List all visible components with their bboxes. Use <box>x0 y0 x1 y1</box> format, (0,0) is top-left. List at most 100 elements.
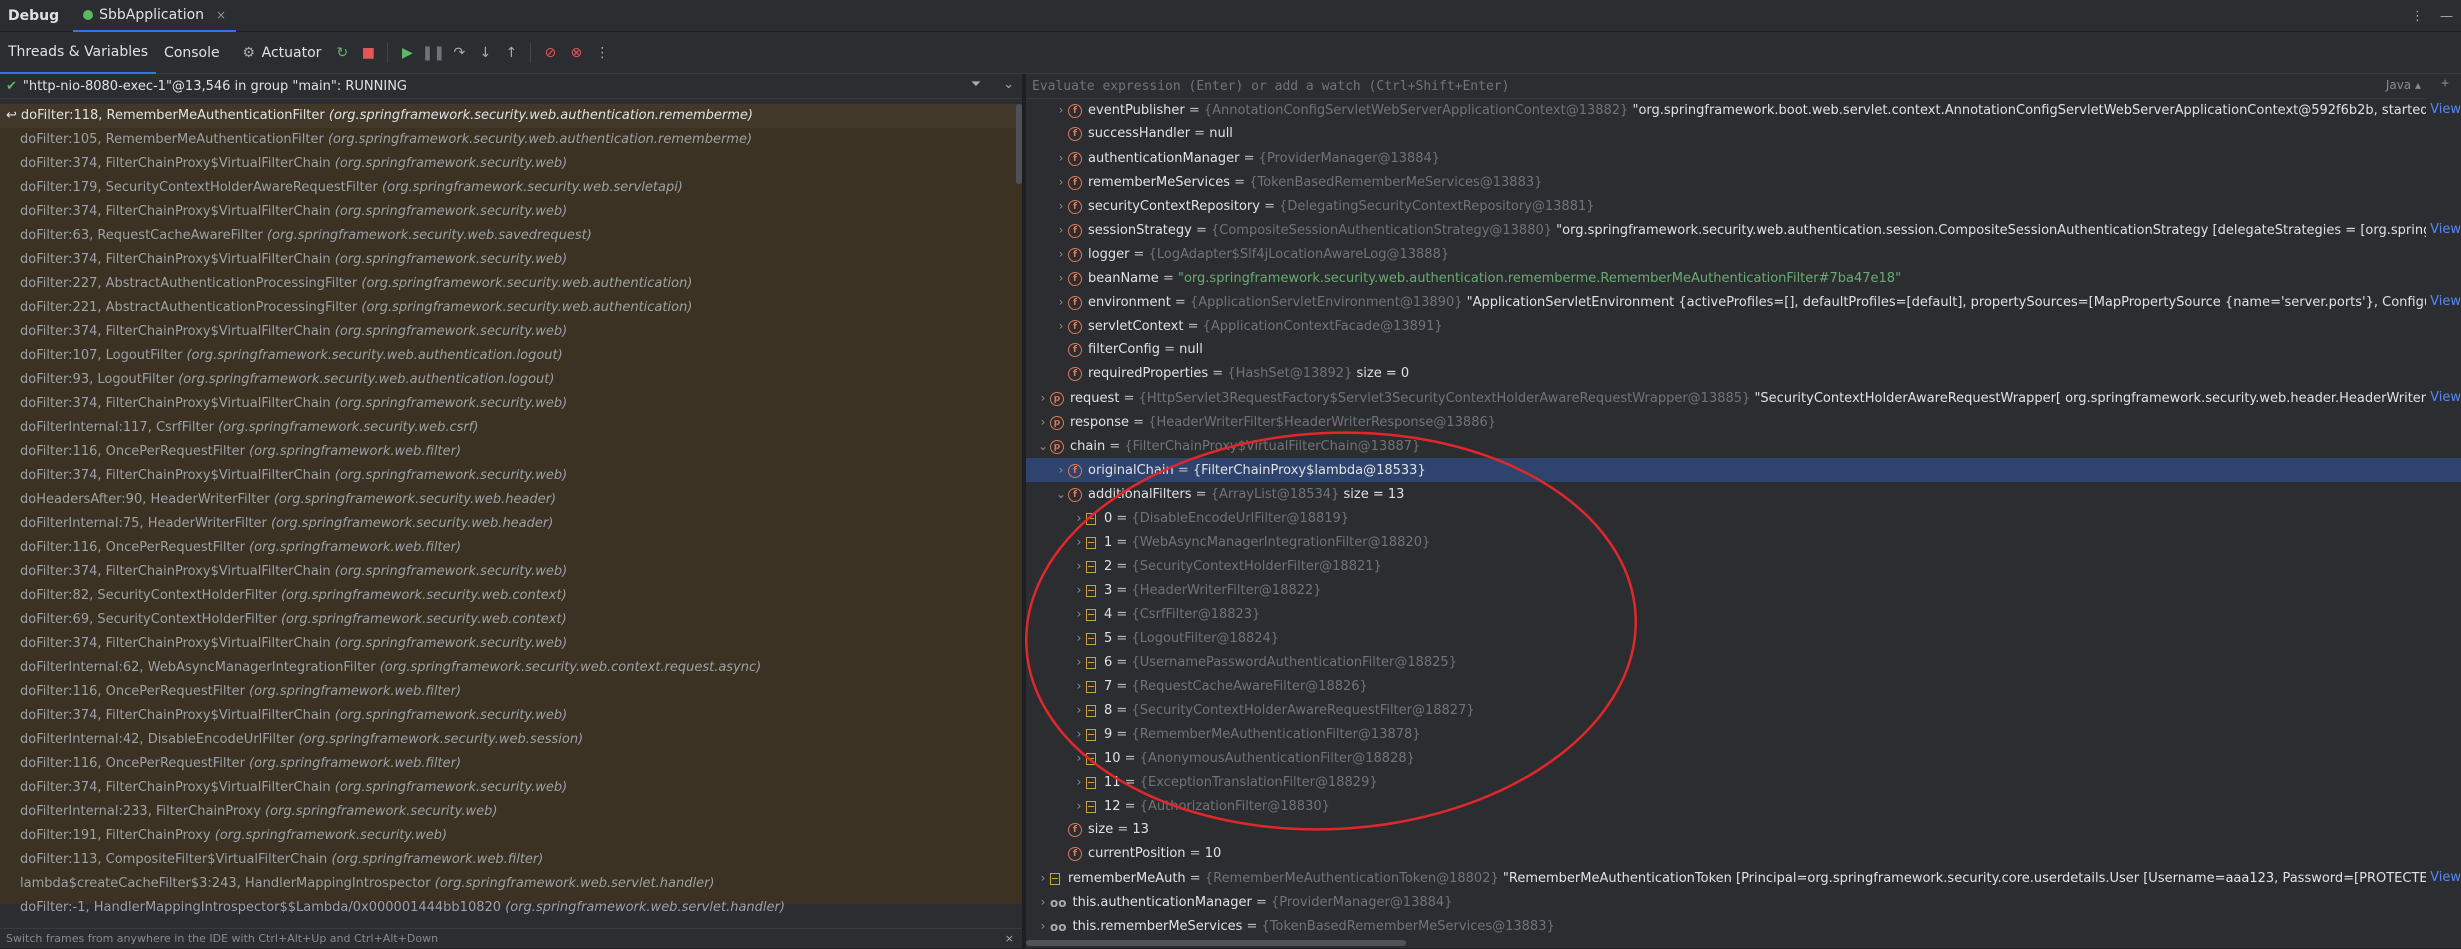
filter-icon[interactable]: ⏷ <box>971 77 981 92</box>
view-link[interactable]: View <box>2426 98 2461 122</box>
variable-row[interactable]: › 11 = {ExceptionTranslationFilter@18829} <box>1026 770 2461 794</box>
stack-frame[interactable]: doFilterInternal:42, DisableEncodeUrlFil… <box>0 728 1022 752</box>
stack-frame[interactable]: doFilter:116, OncePerRequestFilter (org.… <box>0 752 1022 776</box>
chevron-right-icon[interactable]: › <box>1072 770 1086 794</box>
stack-frame[interactable]: doFilterInternal:75, HeaderWriterFilter … <box>0 512 1022 536</box>
stack-frame[interactable]: doFilterInternal:117, CsrfFilter (org.sp… <box>0 416 1022 440</box>
variable-row[interactable]: › 6 = {UsernamePasswordAuthenticationFilt… <box>1026 650 2461 674</box>
variable-row[interactable]: › f sessionStrategy = {CompositeSessionAut… <box>1026 218 2461 242</box>
variable-row[interactable]: ⌄ f additionalFilters = {ArrayList@18534} … <box>1026 482 2461 506</box>
stack-frame[interactable]: doFilter:374, FilterChainProxy$VirtualFi… <box>0 776 1022 800</box>
variable-row[interactable]: › 8 = {SecurityContextHolderAwareRequestF… <box>1026 698 2461 722</box>
chevron-right-icon[interactable]: › <box>1054 194 1068 218</box>
variable-row[interactable]: › rememberMeAuth = {RememberMeAuthenticat… <box>1026 866 2461 890</box>
variable-row[interactable]: › 4 = {CsrfFilter@18823} <box>1026 602 2461 626</box>
variable-row[interactable]: f filterConfig = null <box>1026 338 2461 362</box>
stack-frame[interactable]: doFilter:374, FilterChainProxy$VirtualFi… <box>0 320 1022 344</box>
variable-row[interactable]: ⌄ p chain = {FilterChainProxy$VirtualFilte… <box>1026 434 2461 458</box>
stack-frame[interactable]: doFilter:374, FilterChainProxy$VirtualFi… <box>0 632 1022 656</box>
variable-row[interactable]: › 2 = {SecurityContextHolderFilter@18821} <box>1026 554 2461 578</box>
chevron-right-icon[interactable]: › <box>1072 746 1086 770</box>
variable-row[interactable]: › f logger = {LogAdapter$Slf4jLocationAwar… <box>1026 242 2461 266</box>
variable-row[interactable]: › 12 = {AuthorizationFilter@18830} <box>1026 794 2461 818</box>
variable-row[interactable]: f successHandler = null <box>1026 122 2461 146</box>
stack-frame[interactable]: doFilter:221, AbstractAuthenticationProc… <box>0 296 1022 320</box>
mute-breakpoints-icon[interactable]: ⊗ <box>565 42 587 64</box>
chevron-right-icon[interactable]: › <box>1072 794 1086 818</box>
chevron-right-icon[interactable]: › <box>1072 626 1086 650</box>
variable-row[interactable]: › 9 = {RememberMeAuthenticationFilter@138… <box>1026 722 2461 746</box>
variable-row[interactable]: › f authenticationManager = {ProviderManag… <box>1026 146 2461 170</box>
stack-frame[interactable]: doFilter:82, SecurityContextHolderFilter… <box>0 584 1022 608</box>
variable-row[interactable]: › f servletContext = {ApplicationContextFa… <box>1026 314 2461 338</box>
variable-row[interactable]: › 0 = {DisableEncodeUrlFilter@18819} <box>1026 506 2461 530</box>
variable-row[interactable]: › 1 = {WebAsyncManagerIntegrationFilter@1… <box>1026 530 2461 554</box>
step-over-icon[interactable]: ↷ <box>448 42 470 64</box>
variable-row[interactable]: › f originalChain = {FilterChainProxy$lamb… <box>1026 458 2461 482</box>
chevron-right-icon[interactable]: › <box>1054 290 1068 314</box>
stack-frame[interactable]: doFilter:374, FilterChainProxy$VirtualFi… <box>0 704 1022 728</box>
chevron-right-icon[interactable]: › <box>1054 458 1068 482</box>
chevron-right-icon[interactable]: › <box>1072 602 1086 626</box>
pause-icon[interactable]: ❚❚ <box>422 42 445 64</box>
stack-frame[interactable]: doFilter:113, CompositeFilter$VirtualFil… <box>0 848 1022 872</box>
add-watch-icon[interactable]: + <box>2441 76 2449 91</box>
variables-hscrollbar[interactable] <box>1026 940 1406 946</box>
chevron-right-icon[interactable]: › <box>1072 698 1086 722</box>
variable-row[interactable]: f requiredProperties = {HashSet@13892} si… <box>1026 362 2461 386</box>
variable-row[interactable]: f size = 13 <box>1026 818 2461 842</box>
chevron-right-icon[interactable]: › <box>1054 170 1068 194</box>
stack-frame[interactable]: ↩ doFilter:118, RememberMeAuthenticationF… <box>0 104 1022 128</box>
stack-frame[interactable]: doFilter:374, FilterChainProxy$VirtualFi… <box>0 152 1022 176</box>
chevron-right-icon[interactable]: › <box>1036 914 1050 938</box>
stack-frame[interactable]: lambda$createCacheFilter$3:243, HandlerM… <box>0 872 1022 896</box>
stack-frame[interactable]: doFilter:116, OncePerRequestFilter (org.… <box>0 536 1022 560</box>
tab-actuator[interactable]: ⚙ Actuator <box>228 32 330 74</box>
stack-frame[interactable]: doFilterInternal:233, FilterChainProxy (… <box>0 800 1022 824</box>
thread-selector[interactable]: ✔ "http-nio-8080-exec-1"@13,546 in group… <box>0 74 1022 99</box>
chevron-right-icon[interactable]: › <box>1072 722 1086 746</box>
stack-frame[interactable]: doFilter:374, FilterChainProxy$VirtualFi… <box>0 248 1022 272</box>
variable-row[interactable]: › f eventPublisher = {AnnotationConfigServ… <box>1026 98 2461 122</box>
view-link[interactable]: View <box>2426 290 2461 314</box>
stack-frame[interactable]: doFilter:191, FilterChainProxy (org.spri… <box>0 824 1022 848</box>
stack-frame[interactable]: doFilter:116, OncePerRequestFilter (org.… <box>0 440 1022 464</box>
variable-row[interactable]: › f beanName = "org.springframework.securi… <box>1026 266 2461 290</box>
chevron-right-icon[interactable]: › <box>1054 314 1068 338</box>
variable-row[interactable]: › f securityContextRepository = {Delegatin… <box>1026 194 2461 218</box>
chevron-down-icon[interactable]: ⌄ <box>1054 482 1068 506</box>
stack-frame[interactable]: doFilter:374, FilterChainProxy$VirtualFi… <box>0 560 1022 584</box>
chevron-right-icon[interactable]: › <box>1072 650 1086 674</box>
variable-row[interactable]: › 5 = {LogoutFilter@18824} <box>1026 626 2461 650</box>
chevron-right-icon[interactable]: › <box>1054 98 1068 122</box>
chevron-right-icon[interactable]: › <box>1036 866 1050 890</box>
chevron-right-icon[interactable]: › <box>1036 386 1050 410</box>
step-out-icon[interactable]: ↑ <box>500 42 522 64</box>
variable-row[interactable]: › oo this.rememberMeServices = {TokenBased… <box>1026 914 2461 938</box>
variable-row[interactable]: › p request = {HttpServlet3RequestFactory$… <box>1026 386 2461 410</box>
rerun-icon[interactable]: ↻ <box>331 42 353 64</box>
close-tab-icon[interactable]: × <box>216 8 226 22</box>
view-link[interactable]: View <box>2426 386 2461 410</box>
chevron-down-icon[interactable]: ⌄ <box>1036 434 1050 458</box>
chevron-right-icon[interactable]: › <box>1072 506 1086 530</box>
chevron-right-icon[interactable]: › <box>1072 530 1086 554</box>
evaluate-expression-input[interactable]: Evaluate expression (Enter) or add a wat… <box>1026 74 2461 99</box>
run-config-tab[interactable]: SbbApplication × <box>73 0 237 32</box>
chevron-right-icon[interactable]: › <box>1054 146 1068 170</box>
variable-row[interactable]: › oo this.authenticationManager = {Provide… <box>1026 890 2461 914</box>
view-breakpoints-icon[interactable]: ⊘ <box>539 42 561 64</box>
stack-frame[interactable]: doFilter:179, SecurityContextHolderAware… <box>0 176 1022 200</box>
stack-frame[interactable]: doFilter:105, RememberMeAuthenticationFi… <box>0 128 1022 152</box>
stack-frame[interactable]: doFilter:116, OncePerRequestFilter (org.… <box>0 680 1022 704</box>
more-actions-icon[interactable]: ⋮ <box>591 42 613 64</box>
stack-frame[interactable]: doFilter:63, RequestCacheAwareFilter (or… <box>0 224 1022 248</box>
stack-frame[interactable]: doFilter:69, SecurityContextHolderFilter… <box>0 608 1022 632</box>
tab-threads-variables[interactable]: Threads & Variables <box>0 32 157 74</box>
step-into-icon[interactable]: ↓ <box>474 42 496 64</box>
variable-row[interactable]: › f environment = {ApplicationServletEnvir… <box>1026 290 2461 314</box>
variable-row[interactable]: f currentPosition = 10 <box>1026 842 2461 866</box>
chevron-right-icon[interactable]: › <box>1036 410 1050 434</box>
chevron-right-icon[interactable]: › <box>1054 218 1068 242</box>
chevron-right-icon[interactable]: › <box>1054 266 1068 290</box>
